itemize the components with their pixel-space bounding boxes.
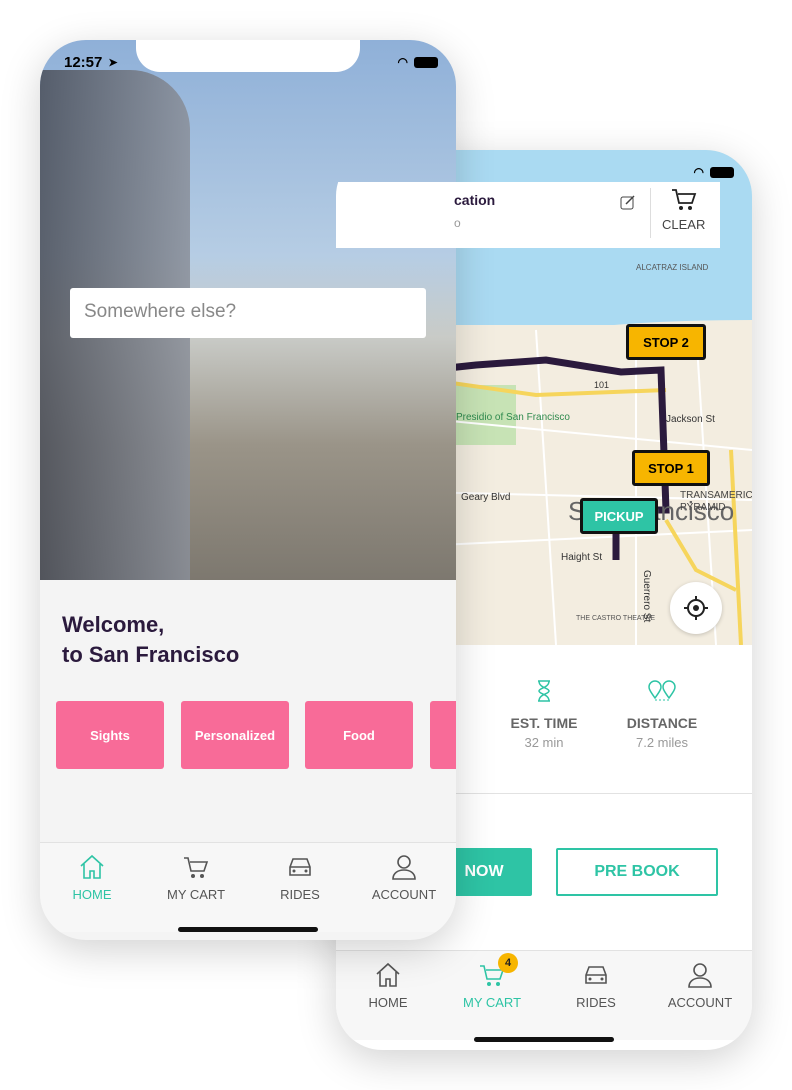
wifi-icon: ◠ [693,165,704,179]
tab-label: ACCOUNT [667,995,733,1010]
wifi-icon: ◠ [397,55,408,69]
stop-1-marker[interactable]: STOP 1 [632,450,710,486]
home-indicator [178,927,318,932]
user-icon [392,855,416,880]
status-bar: ◠ [694,162,734,182]
tab-label: MY CART [166,887,226,902]
category-food[interactable]: Food [305,701,413,769]
category-personalized[interactable]: Personalized [181,701,289,769]
hourglass-icon [538,680,550,702]
pickup-marker[interactable]: PICKUP [580,498,658,534]
tab-label: RIDES [280,887,320,902]
home-icon [376,962,400,987]
battery-icon [414,56,438,68]
status-icons: ◠ [398,52,438,72]
home-indicator [474,1037,614,1042]
map-label: Jackson St [666,414,715,425]
tab-home[interactable]: HOME [336,951,440,1040]
distance: DISTANCE 7.2 miles [592,680,732,750]
tab-account[interactable]: ACCOUNT [648,951,752,1040]
tab-my-cart[interactable]: MY CART [144,843,248,932]
cart-icon [671,189,696,210]
battery-icon [710,166,734,178]
location-title: cation [454,192,496,208]
user-icon [688,963,712,988]
distance-pins-icon [648,680,676,701]
distance-value: 7.2 miles [635,735,689,750]
tab-home[interactable]: HOME [40,843,144,932]
tab-bar: HOME MY CART 4 RIDES ACCOUNT [336,950,752,1040]
category-more[interactable] [430,701,456,769]
category-sights[interactable]: Sights [56,701,164,769]
tab-label: HOME [72,887,112,902]
tab-account[interactable]: ACCOUNT [352,843,456,932]
home-icon [80,854,104,879]
car-icon [585,966,607,984]
cart-count-badge: 4 [498,953,518,973]
map-label: 101 [594,380,609,390]
pre-book-button[interactable]: PRE BOOK [556,848,718,896]
clear-label: CLEAR [662,217,706,232]
tab-label: MY CART [462,995,522,1010]
tab-bar: HOME MY CART RIDES ACCOUNT [40,842,456,932]
explore-phone: 12:57 ➤ ◠ Somewhere else? Welcome, to San … [40,40,456,940]
tab-label: RIDES [576,995,616,1010]
tab-my-cart[interactable]: MY CART 4 [440,951,544,1040]
stop-2-marker[interactable]: STOP 2 [626,324,706,360]
tab-rides[interactable]: RIDES [248,843,352,932]
map-label-transamerica: TRANSAMERICA PYRAMID [680,490,752,513]
map-label: Presidio of San Francisco [456,412,570,423]
welcome-heading: Welcome, to San Francisco [62,612,240,667]
clear-cart-button[interactable]: CLEAR [662,188,705,232]
destination-search-input[interactable]: Somewhere else? [70,288,426,338]
location-header: cation o CLEAR [336,182,720,248]
map-label: Guerrero St [641,570,652,622]
tab-label: ACCOUNT [371,887,437,902]
tab-label: HOME [368,995,408,1010]
map-label: Haight St [561,552,602,563]
location-arrow-icon: ➤ [108,56,118,69]
car-icon [289,858,311,876]
edit-icon[interactable] [620,194,636,210]
distance-label: DISTANCE [626,715,698,731]
status-bar: 12:57 ➤ [64,52,118,72]
map-label: ALCATRAZ ISLAND [636,263,709,272]
notch [136,40,360,72]
status-time: 12:57 [64,53,103,71]
locate-me-button[interactable] [670,582,722,634]
cart-icon [184,857,209,878]
map-label: Geary Blvd [461,492,510,503]
tab-rides[interactable]: RIDES [544,951,648,1040]
location-subtitle: o [454,216,461,230]
crosshair-icon [684,596,708,620]
